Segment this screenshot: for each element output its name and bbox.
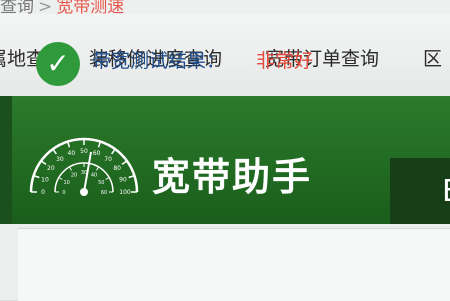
gauge-outer-tick: [40, 160, 47, 165]
result-area: [0, 224, 450, 301]
gauge-inner-tick-label: 20: [71, 173, 77, 179]
gauge-outer-tick: [97, 141, 102, 148]
breadcrumb-parent[interactable]: 查询: [0, 0, 34, 14]
gauge-inner-tick-label: 40: [91, 173, 97, 179]
result-panel: [18, 228, 450, 301]
gauge-outer-tick-label: 20: [47, 165, 55, 172]
assistant-banner: 0 10 20 30 40 50 60 70 80 90 100 0 10 20 30 40 50 60 宽带助…: [0, 96, 450, 224]
banner-edge: [0, 96, 12, 224]
gauge-inner-tick: [69, 166, 72, 171]
gauge-outer-tick-label: 70: [104, 156, 112, 163]
gauge-outer-tick-label: 60: [93, 150, 101, 157]
gauge-outer-tick-label: 80: [113, 165, 121, 172]
breadcrumb-separator: >: [38, 0, 53, 14]
gauge-outer-tick: [52, 148, 57, 155]
gauge-outer-tick: [33, 174, 40, 179]
gauge-inner-tick-label: 60: [101, 190, 107, 196]
gauge-inner-tick: [58, 177, 63, 180]
gauge-outer-tick: [128, 174, 135, 179]
gauge-outer-tick: [111, 148, 116, 155]
gauge-outer-tick-label: 40: [68, 150, 76, 157]
gauge-outer-tick-label: 100: [119, 189, 131, 196]
gauge-inner-tick-label: 10: [63, 180, 69, 186]
side-panel-letter: E: [442, 174, 450, 209]
gauge-outer-tick: [66, 141, 71, 148]
breadcrumb-current: 宽带测速: [56, 0, 125, 14]
gauge-outer-tick-label: 50: [80, 148, 88, 155]
banner-title: 宽带助手: [152, 155, 313, 199]
speedometer-icon: 010203040 50 60708090100 01020 30 405060: [29, 137, 139, 196]
banner-side-panel: E: [390, 158, 450, 224]
result-value: 非常好: [256, 50, 314, 72]
gauge-outer-tick-label: 0: [41, 189, 45, 196]
gauge-inner-tick: [96, 166, 99, 171]
gauge-outer-tick-label: 10: [41, 176, 49, 183]
check-circle-icon: ✓: [36, 42, 80, 86]
gauge-inner-tick: [105, 177, 110, 180]
gauge-inner-tick-label: 0: [62, 190, 65, 196]
nav-item-district[interactable]: 区: [423, 44, 442, 71]
breadcrumb: 查询 > 宽带测速: [0, 0, 450, 14]
gauge-outer-tick-label: 30: [56, 156, 64, 163]
result-label: 带宽测试结果：: [92, 50, 226, 72]
gauge-inner-tick-label: 50: [98, 180, 104, 186]
gauge-outer-tick: [121, 160, 128, 165]
gauge-outer-tick-label: 90: [119, 176, 127, 183]
